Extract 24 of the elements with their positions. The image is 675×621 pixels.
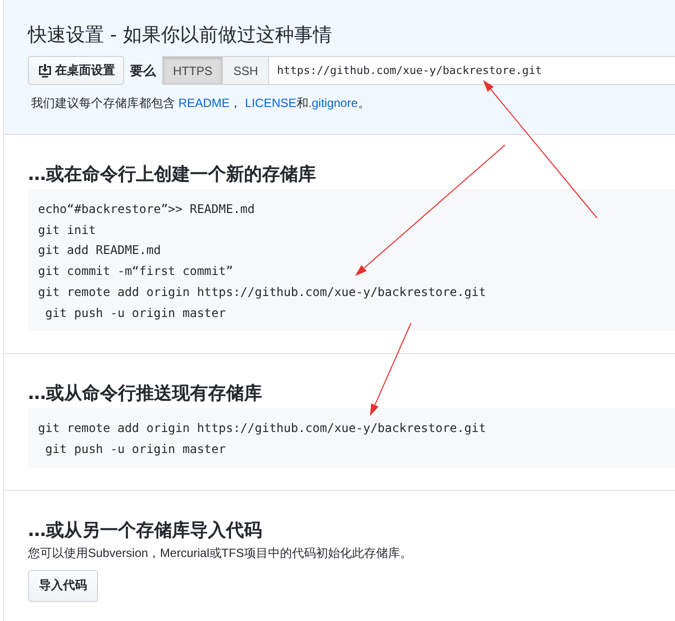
code-line: git init: [38, 222, 97, 239]
file-link[interactable]: LICENSE: [245, 96, 296, 110]
or-label: 要么: [130, 62, 156, 80]
import-code-button[interactable]: 导入代码: [28, 570, 98, 602]
download-icon: [37, 62, 53, 78]
code-line: echo“#backrestore”>> README.md: [38, 201, 256, 218]
file-link[interactable]: .gitignore: [308, 96, 358, 110]
code-line: git add README.md: [38, 242, 162, 260]
section-heading: …或从命令行推送现有存储库: [28, 382, 263, 406]
code-line: git push -u origin master: [44, 304, 227, 322]
section-heading: …或在命令行上创建一个新的存储库: [28, 163, 317, 187]
section-heading: …或从另一个存储库导入代码: [28, 518, 263, 543]
code-line: git commit -m“first commit”: [38, 263, 234, 280]
desktop-setup-button[interactable]: 在桌面设置: [28, 56, 124, 85]
code-line: git remote add origin https://github.com/xue-y/backrestore.git: [38, 284, 487, 301]
protocol-tab[interactable]: SSH: [222, 56, 268, 85]
recommendation-text: 我们建议每个存储库都包含 README， LICENSE和.gitignore。: [31, 95, 371, 112]
file-link[interactable]: README: [178, 96, 230, 110]
code-line: git remote add origin https://github.com/xue-y/backrestore.git: [38, 420, 487, 438]
clone-url-field[interactable]: https://github.com/xue-y/backrestore.git: [268, 56, 675, 85]
import-description: 您可以使用Subversion，Mercurial或TFS项目中的代码初始化此存储库。: [28, 544, 414, 562]
code-line: git push -u origin master: [44, 440, 227, 458]
quick-setup-title: 快速设置 - 如果你以前做过这种事情: [28, 23, 333, 48]
protocol-tab[interactable]: HTTPS: [162, 56, 222, 85]
